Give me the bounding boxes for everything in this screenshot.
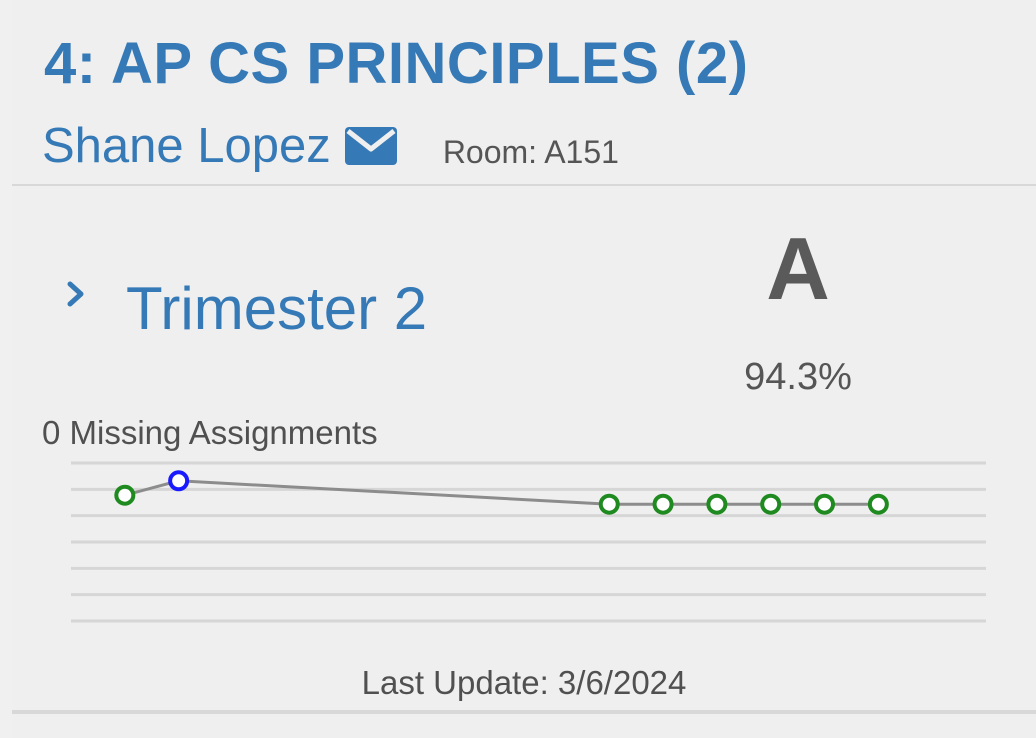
footer-divider	[12, 710, 1036, 714]
chart-point[interactable]	[760, 493, 782, 515]
chart-point[interactable]	[706, 493, 728, 515]
teacher-name-link[interactable]: Shane Lopez	[42, 118, 331, 174]
chart-point[interactable]	[867, 493, 889, 515]
chart-point[interactable]	[598, 493, 620, 515]
grade-letter: A	[766, 219, 830, 318]
header-divider	[12, 184, 1036, 186]
course-title[interactable]: 4: AP CS PRINCIPLES (2)	[44, 30, 748, 97]
room-label: Room: A151	[442, 133, 619, 170]
last-update: Last Update: 3/6/2024	[361, 664, 687, 701]
chart-trend-line	[124, 479, 879, 506]
term-label: Trimester 2	[126, 274, 428, 342]
chevron-right-icon	[64, 280, 88, 308]
teacher-row: Shane Lopez Room: A151	[42, 118, 619, 174]
chart-point[interactable]	[652, 493, 674, 515]
term-expand-toggle[interactable]: Trimester 2	[64, 268, 427, 348]
course-card: 4: AP CS PRINCIPLES (2) Shane Lopez Room…	[12, 0, 1036, 738]
chart-point[interactable]	[114, 484, 136, 506]
missing-assignments-count[interactable]: 0 Missing Assignments	[42, 414, 378, 452]
chart-point[interactable]	[814, 493, 836, 515]
grade-percent: 94.3%	[744, 356, 852, 398]
chart-point[interactable]	[168, 470, 190, 492]
envelope-icon[interactable]	[344, 127, 397, 165]
